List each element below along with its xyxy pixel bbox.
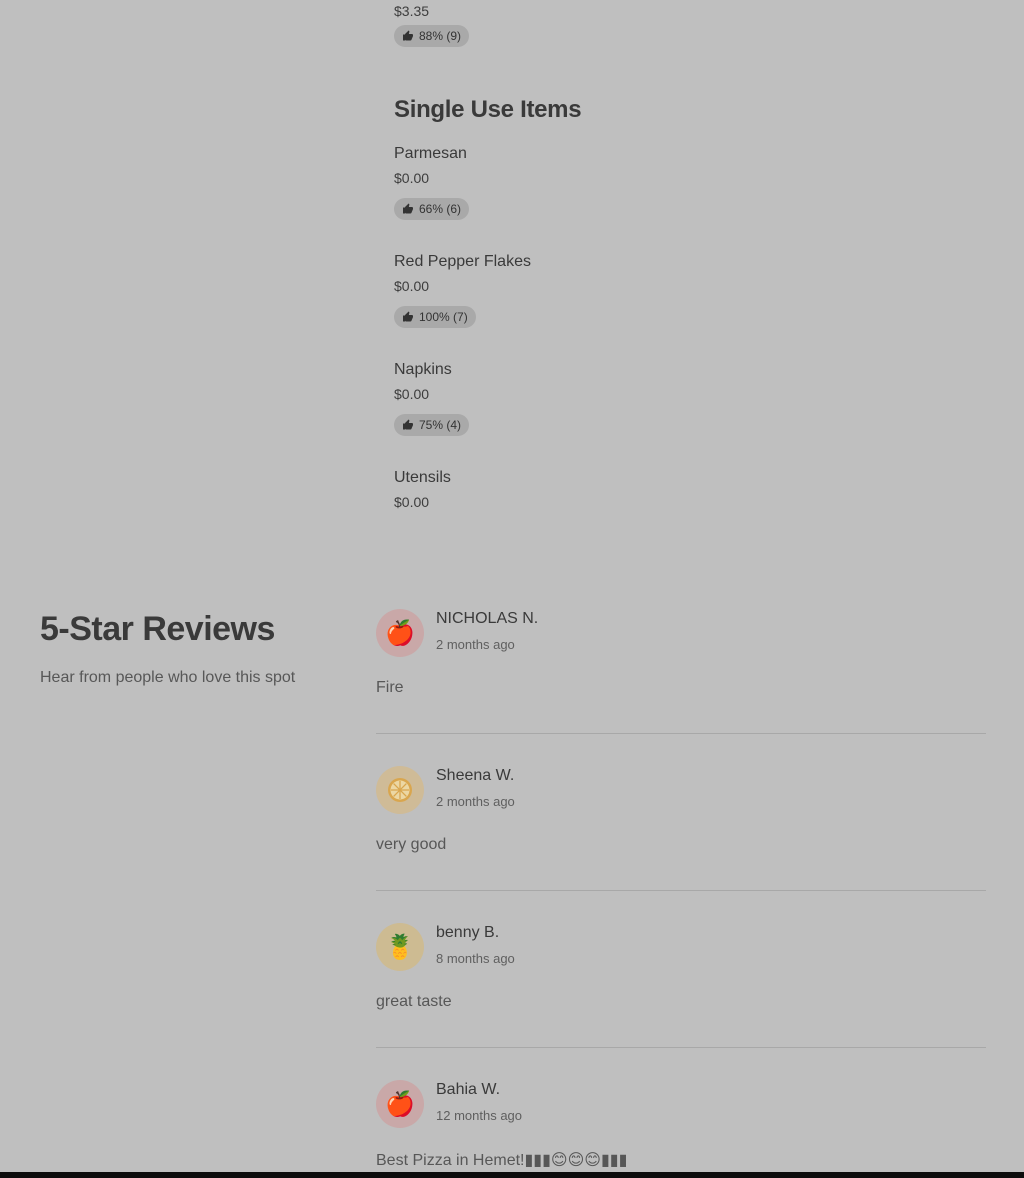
review-date: 2 months ago: [436, 637, 515, 652]
avatar: 🍎: [376, 609, 424, 657]
review-date: 2 months ago: [436, 794, 515, 809]
section-title: Single Use Items: [394, 96, 582, 123]
review-date: 8 months ago: [436, 951, 515, 966]
reviewer-name: Sheena W.: [436, 767, 515, 784]
thumbs-up-icon: [403, 311, 413, 322]
rating-badge: 100% (7): [394, 306, 476, 328]
review-text: Best Pizza in Hemet!▮▮▮😊😊😊▮▮▮: [376, 1152, 628, 1169]
reviews-subtitle: Hear from people who love this spot: [40, 669, 296, 686]
menu-item-utensils[interactable]: Utensils $0.00: [394, 467, 794, 511]
apple-icon: 🍎: [385, 1090, 415, 1118]
menu-item-napkins[interactable]: Napkins $0.00 75% (4): [394, 359, 794, 436]
reviews-title: 5-Star Reviews: [40, 610, 275, 648]
review-text: Fire: [376, 679, 404, 696]
reviewer-name: Bahia W.: [436, 1081, 501, 1098]
citrus-icon: [388, 778, 412, 802]
review-text: great taste: [376, 993, 452, 1010]
divider: [376, 890, 986, 891]
rating-text: 88% (9): [419, 29, 462, 43]
avatar: 🍍: [376, 923, 424, 971]
menu-item-parmesan[interactable]: Parmesan $0.00 66% (6): [394, 143, 794, 220]
item-name: Napkins: [394, 361, 452, 378]
avatar: [376, 766, 424, 814]
thumbs-up-icon: [403, 203, 413, 214]
item-price: $0.00: [394, 494, 430, 510]
item-price: $0.00: [394, 170, 430, 186]
menu-item-red-pepper-flakes[interactable]: Red Pepper Flakes $0.00 100% (7): [394, 251, 794, 328]
divider: [376, 733, 986, 734]
apple-icon: 🍎: [385, 619, 415, 647]
item-price: $0.00: [394, 278, 430, 294]
avatar: 🍎: [376, 1080, 424, 1128]
review-date: 12 months ago: [436, 1108, 523, 1123]
item-name: Parmesan: [394, 145, 467, 162]
rating-badge: 88% (9): [394, 25, 470, 47]
item-price: $0.00: [394, 386, 430, 402]
item-name: Utensils: [394, 469, 451, 486]
rating-text: 100% (7): [419, 310, 468, 324]
reviews-header: 5-Star Reviews Hear from people who love…: [40, 610, 295, 687]
divider: [376, 1047, 986, 1048]
rating-badge: 75% (4): [394, 414, 470, 436]
bottom-bar: [0, 1172, 1024, 1178]
thumbs-up-icon: [403, 419, 413, 430]
thumbs-up-icon: [403, 30, 413, 41]
review-text: very good: [376, 836, 447, 853]
pineapple-icon: 🍍: [385, 933, 415, 961]
rating-text: 66% (6): [419, 202, 462, 216]
rating-text: 75% (4): [419, 418, 462, 432]
reviewer-name: benny B.: [436, 924, 500, 941]
item-name: Red Pepper Flakes: [394, 253, 531, 270]
rating-badge: 66% (6): [394, 198, 470, 220]
item-price: $3.35: [394, 3, 430, 19]
reviewer-name: NICHOLAS N.: [436, 610, 539, 627]
